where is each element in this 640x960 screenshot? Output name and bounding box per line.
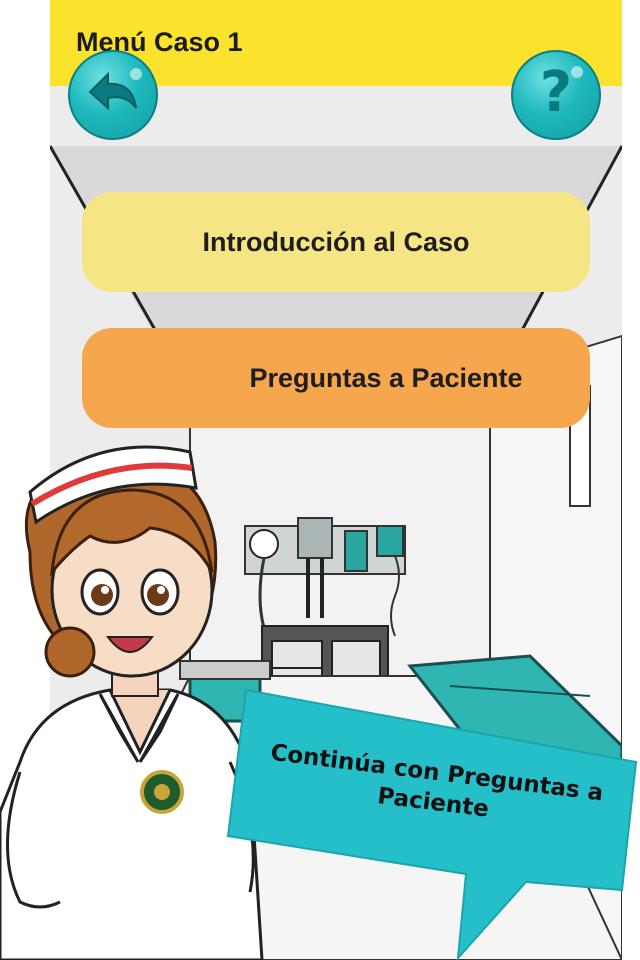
intro-case-label: Introducción al Caso xyxy=(202,226,470,257)
question-mark-icon: ? xyxy=(539,60,573,125)
patient-questions-label: Preguntas a Paciente xyxy=(249,362,523,393)
undo-arrow-icon xyxy=(88,71,137,111)
intro-case-button[interactable]: Introducción al Caso xyxy=(82,192,590,292)
patient-questions-button[interactable]: Preguntas a Paciente xyxy=(82,328,590,428)
back-button[interactable] xyxy=(68,50,158,140)
help-button[interactable]: ? xyxy=(511,50,601,140)
